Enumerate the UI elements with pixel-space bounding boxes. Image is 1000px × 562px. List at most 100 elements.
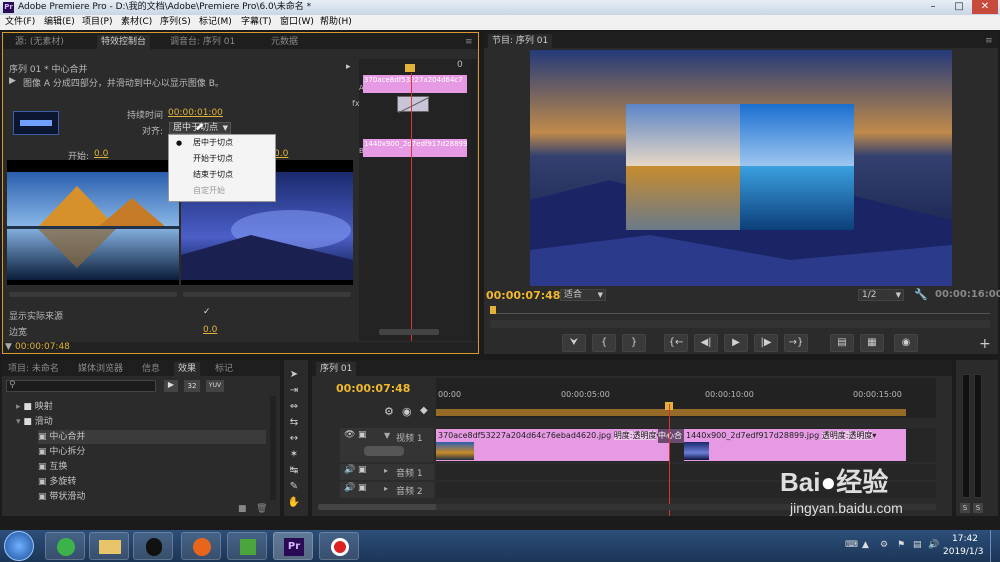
clock-time[interactable]: 17:42: [952, 534, 978, 544]
mini-timeline-scrollbar[interactable]: [379, 329, 439, 335]
minimize-button[interactable]: –: [920, 0, 946, 14]
effect-controls-scrollbar[interactable]: [471, 59, 477, 341]
export-frame-button[interactable]: ◉: [894, 334, 918, 352]
tab-source[interactable]: 源: (无素材): [11, 35, 68, 49]
menu-title[interactable]: 字幕(T): [241, 15, 272, 30]
fit-dropdown[interactable]: 适合 ▼: [560, 289, 606, 301]
tree-item-swap[interactable]: ▣ 互换: [38, 460, 67, 474]
menu-help[interactable]: 帮助(H): [320, 15, 352, 30]
lift-button[interactable]: ▤: [830, 334, 854, 352]
selection-tool-icon[interactable]: ➤: [286, 368, 302, 382]
tree-item-center-split[interactable]: ▣ 中心拆分: [38, 445, 85, 459]
maximize-button[interactable]: □: [946, 0, 972, 14]
tab-metadata[interactable]: 元数据: [267, 35, 302, 49]
tray-volume-icon[interactable]: 🔊: [928, 540, 939, 550]
program-ruler[interactable]: [490, 306, 990, 314]
tab-audio-mixer[interactable]: 调音台: 序列 01: [166, 35, 239, 49]
panel-menu-icon[interactable]: ≡: [981, 34, 997, 48]
tab-project[interactable]: 项目: 未命名: [4, 362, 63, 376]
rate-stretch-tool-icon[interactable]: ↔: [286, 432, 302, 446]
tree-folder-mapping[interactable]: ▸ ■ 映射: [16, 400, 53, 414]
taskbar-recorder-icon[interactable]: [319, 532, 359, 560]
timeline-timecode[interactable]: 00:00:07:48: [336, 382, 410, 395]
program-current-time[interactable]: 00:00:07:48: [486, 289, 560, 302]
yuv-badge[interactable]: YUV: [206, 380, 224, 392]
menu-project[interactable]: 项目(P): [82, 15, 112, 30]
menu-clip[interactable]: 素材(C): [121, 15, 152, 30]
track-select-tool-icon[interactable]: ⇥: [286, 384, 302, 398]
pen-tool-icon[interactable]: ✎: [286, 480, 302, 494]
step-forward-button[interactable]: |▶: [754, 334, 778, 352]
marker-icon[interactable]: ◆: [420, 405, 428, 416]
solo-right-button[interactable]: S: [973, 503, 983, 513]
duration-value[interactable]: 00:00:01:00: [168, 108, 223, 118]
tray-usb-icon[interactable]: ⚙: [880, 540, 888, 550]
step-back-button[interactable]: ◀|: [694, 334, 718, 352]
preview-a-slider[interactable]: [9, 292, 177, 297]
clock-date[interactable]: 2019/1/3: [943, 547, 983, 557]
program-playhead-icon[interactable]: [490, 306, 496, 314]
tab-program[interactable]: 节目: 序列 01: [488, 34, 553, 48]
go-to-in-button[interactable]: {←: [664, 334, 688, 352]
tray-network-icon[interactable]: ▤: [913, 540, 922, 550]
start-value[interactable]: 0.0: [94, 149, 108, 159]
lock-icon[interactable]: ▣: [358, 430, 367, 440]
border-width-value[interactable]: 0.0: [203, 325, 217, 335]
ripple-edit-tool-icon[interactable]: ⇔: [286, 400, 302, 414]
play-button[interactable]: ▶: [724, 334, 748, 352]
taskbar-360-icon[interactable]: [45, 532, 85, 560]
align-option-center[interactable]: ● 居中于切点: [169, 135, 275, 151]
filter-icon[interactable]: ▼: [5, 342, 12, 352]
lock-icon[interactable]: ▣: [358, 483, 367, 493]
align-option-start[interactable]: 开始于切点: [169, 151, 275, 167]
tree-folder-slide[interactable]: ▾ ■ 滑动: [16, 415, 53, 429]
accelerated-effects-icon[interactable]: ▶: [164, 380, 178, 392]
tree-item-multi-spin[interactable]: ▣ 多旋转: [38, 475, 76, 489]
speaker-icon[interactable]: 🔊: [344, 465, 355, 475]
eye-icon[interactable]: 👁: [344, 430, 355, 440]
razor-tool-icon[interactable]: ✶: [286, 448, 302, 462]
panel-menu-icon[interactable]: ≡: [461, 35, 477, 49]
program-zoom-bar[interactable]: [490, 320, 990, 328]
link-icon[interactable]: ◉: [402, 405, 412, 418]
timeline-zoom-scrollbar[interactable]: [318, 504, 438, 510]
tab-effects[interactable]: 效果: [174, 362, 201, 376]
add-button-icon[interactable]: +: [979, 336, 991, 352]
slip-tool-icon[interactable]: ↹: [286, 464, 302, 478]
video-clip-2[interactable]: 1440x900_2d7edf917d28899.jpg 透明度:透明度▾: [684, 429, 906, 461]
playhead-icon[interactable]: [405, 64, 415, 72]
wrench-icon[interactable]: 🔧: [914, 288, 928, 301]
transition-clip[interactable]: 中心合: [658, 429, 684, 443]
effects-search-input[interactable]: ⚲: [6, 380, 156, 392]
solo-left-button[interactable]: S: [960, 503, 970, 513]
tray-keyboard-icon[interactable]: ⌨: [845, 540, 858, 550]
track-keyframe-toggle[interactable]: [364, 446, 404, 456]
taskbar-camtasia-icon[interactable]: [227, 532, 267, 560]
timeline-ruler[interactable]: 00:00 00:00:05:00 00:00:10:00 00:00:15:0…: [436, 378, 936, 418]
taskbar-premiere-icon[interactable]: Pr: [273, 532, 313, 560]
menu-sequence[interactable]: 序列(S): [160, 15, 191, 30]
clip-b[interactable]: 1440x900_2d7edf917d28899: [363, 139, 467, 157]
32bit-badge[interactable]: 32: [184, 380, 200, 392]
transition-block[interactable]: [397, 96, 431, 114]
mark-in-button[interactable]: {: [592, 334, 616, 352]
expand-track-icon[interactable]: ▸: [384, 484, 388, 493]
expand-track-icon[interactable]: ▸: [384, 466, 388, 475]
hand-tool-icon[interactable]: ✋: [286, 496, 302, 510]
menu-file[interactable]: 文件(F): [5, 15, 35, 30]
menu-marker[interactable]: 标记(M): [199, 15, 232, 30]
start-button[interactable]: [4, 531, 34, 561]
tree-item-center-merge[interactable]: ▣ 中心合并: [38, 430, 266, 444]
snap-icon[interactable]: ⚙: [384, 405, 394, 418]
show-actual-sources-checkbox[interactable]: ✓: [203, 307, 211, 317]
tab-effect-controls[interactable]: 特效控制台: [97, 35, 151, 49]
menu-edit[interactable]: 编辑(E): [44, 15, 75, 30]
tray-arrow-icon[interactable]: ▲: [862, 540, 869, 550]
footer-timecode[interactable]: 00:00:07:48: [15, 342, 70, 352]
new-bin-icon[interactable]: ■: [238, 504, 247, 514]
add-marker-button[interactable]: ⮟: [562, 334, 586, 352]
go-to-out-button[interactable]: →}: [784, 334, 808, 352]
rolling-edit-tool-icon[interactable]: ⇆: [286, 416, 302, 430]
expand-track-icon[interactable]: ▼: [384, 431, 390, 440]
effects-scrollbar[interactable]: [270, 396, 276, 500]
